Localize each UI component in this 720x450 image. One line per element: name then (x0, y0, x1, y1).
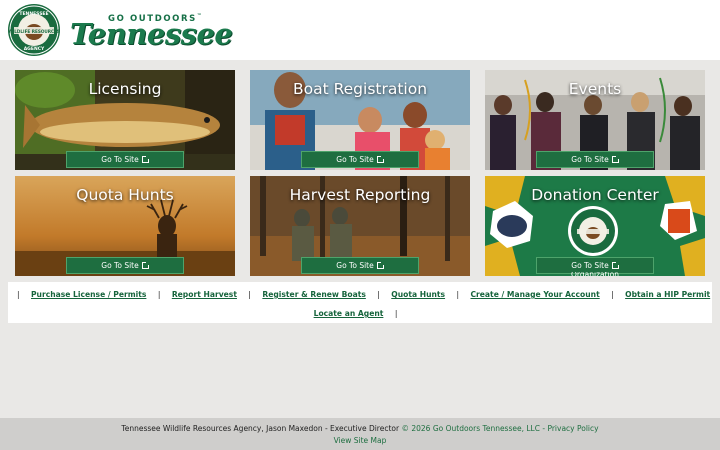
site-header: WILDLIFE RESOURCES TENNESSEE AGENCY GO O… (0, 0, 720, 60)
tile-events[interactable]: Events Go To Site (485, 70, 705, 170)
tile-boat-registration[interactable]: Boat Registration Go To Site (250, 70, 470, 170)
report-harvest-link[interactable]: Report Harvest (172, 290, 237, 299)
tile-quota-hunts[interactable]: Quota Hunts Go To Site (15, 176, 235, 276)
link-separator: | (394, 309, 398, 318)
quick-links-bar: | Purchase License / Permits | Report Ha… (8, 282, 712, 323)
external-link-icon (376, 262, 384, 269)
go-to-site-button[interactable]: Go To Site (66, 151, 184, 168)
tile-harvest-reporting[interactable]: Harvest Reporting Go To Site (250, 176, 470, 276)
link-separator: | (248, 290, 251, 299)
locate-agent-link[interactable]: Locate an Agent (314, 309, 384, 318)
go-to-site-button[interactable]: Go To Site (301, 151, 419, 168)
quick-links-row: Locate an Agent | (8, 309, 712, 318)
external-link-icon (376, 156, 384, 163)
footer-sitemap-row: View Site Map (0, 436, 720, 445)
quota-hunts-link[interactable]: Quota Hunts (391, 290, 445, 299)
tile-title: Licensing (88, 80, 162, 98)
hip-permit-link[interactable]: Obtain a HIP Permit (625, 290, 710, 299)
brand-wordmark[interactable]: Tennessee (70, 17, 233, 51)
svg-text:WILDLIFE RESOURCES: WILDLIFE RESOURCES (8, 29, 60, 34)
external-link-icon (141, 156, 149, 163)
external-link-icon (141, 262, 149, 269)
link-separator: | (17, 290, 20, 299)
tile-title: Boat Registration (292, 80, 428, 98)
go-to-site-button[interactable]: Go To Site (301, 257, 419, 274)
external-link-icon (611, 156, 619, 163)
link-separator: | (157, 290, 161, 299)
go-to-site-button[interactable]: Go To Site (536, 151, 654, 168)
register-boats-link[interactable]: Register & Renew Boats (262, 290, 365, 299)
link-separator: | (611, 290, 614, 299)
tile-title: Events (568, 80, 622, 98)
privacy-policy-link[interactable]: Privacy Policy (547, 424, 598, 433)
quick-links-row: | Purchase License / Permits | Report Ha… (8, 290, 712, 299)
manage-account-link[interactable]: Create / Manage Your Account (470, 290, 599, 299)
tile-title: Donation Center (531, 186, 659, 204)
footer-credits: Tennessee Wildlife Resources Agency, Jas… (0, 424, 720, 433)
svg-text:AGENCY: AGENCY (24, 46, 45, 52)
agency-credit: Tennessee Wildlife Resources Agency, Jas… (121, 424, 400, 433)
go-to-site-button[interactable]: Go To Site (66, 257, 184, 274)
link-separator: | (456, 290, 460, 299)
tile-donation-center[interactable]: Donation Center Go To Site (485, 176, 705, 276)
purchase-license-link[interactable]: Purchase License / Permits (31, 290, 146, 299)
external-link-icon (611, 262, 619, 269)
tile-title: Quota Hunts (76, 186, 174, 204)
link-separator: | (377, 290, 380, 299)
twra-seal-logo[interactable]: WILDLIFE RESOURCES TENNESSEE AGENCY (7, 3, 61, 57)
svg-text:TENNESSEE: TENNESSEE (19, 11, 48, 17)
site-map-link[interactable]: View Site Map (334, 436, 387, 445)
site-footer: Tennessee Wildlife Resources Agency, Jas… (0, 418, 720, 450)
copyright-text: © 2026 Go Outdoors Tennessee, LLC (401, 424, 540, 433)
tile-overlay-text: Organization (485, 272, 705, 276)
tile-title: Harvest Reporting (289, 186, 431, 204)
tile-licensing[interactable]: Licensing Go To Site (15, 70, 235, 170)
